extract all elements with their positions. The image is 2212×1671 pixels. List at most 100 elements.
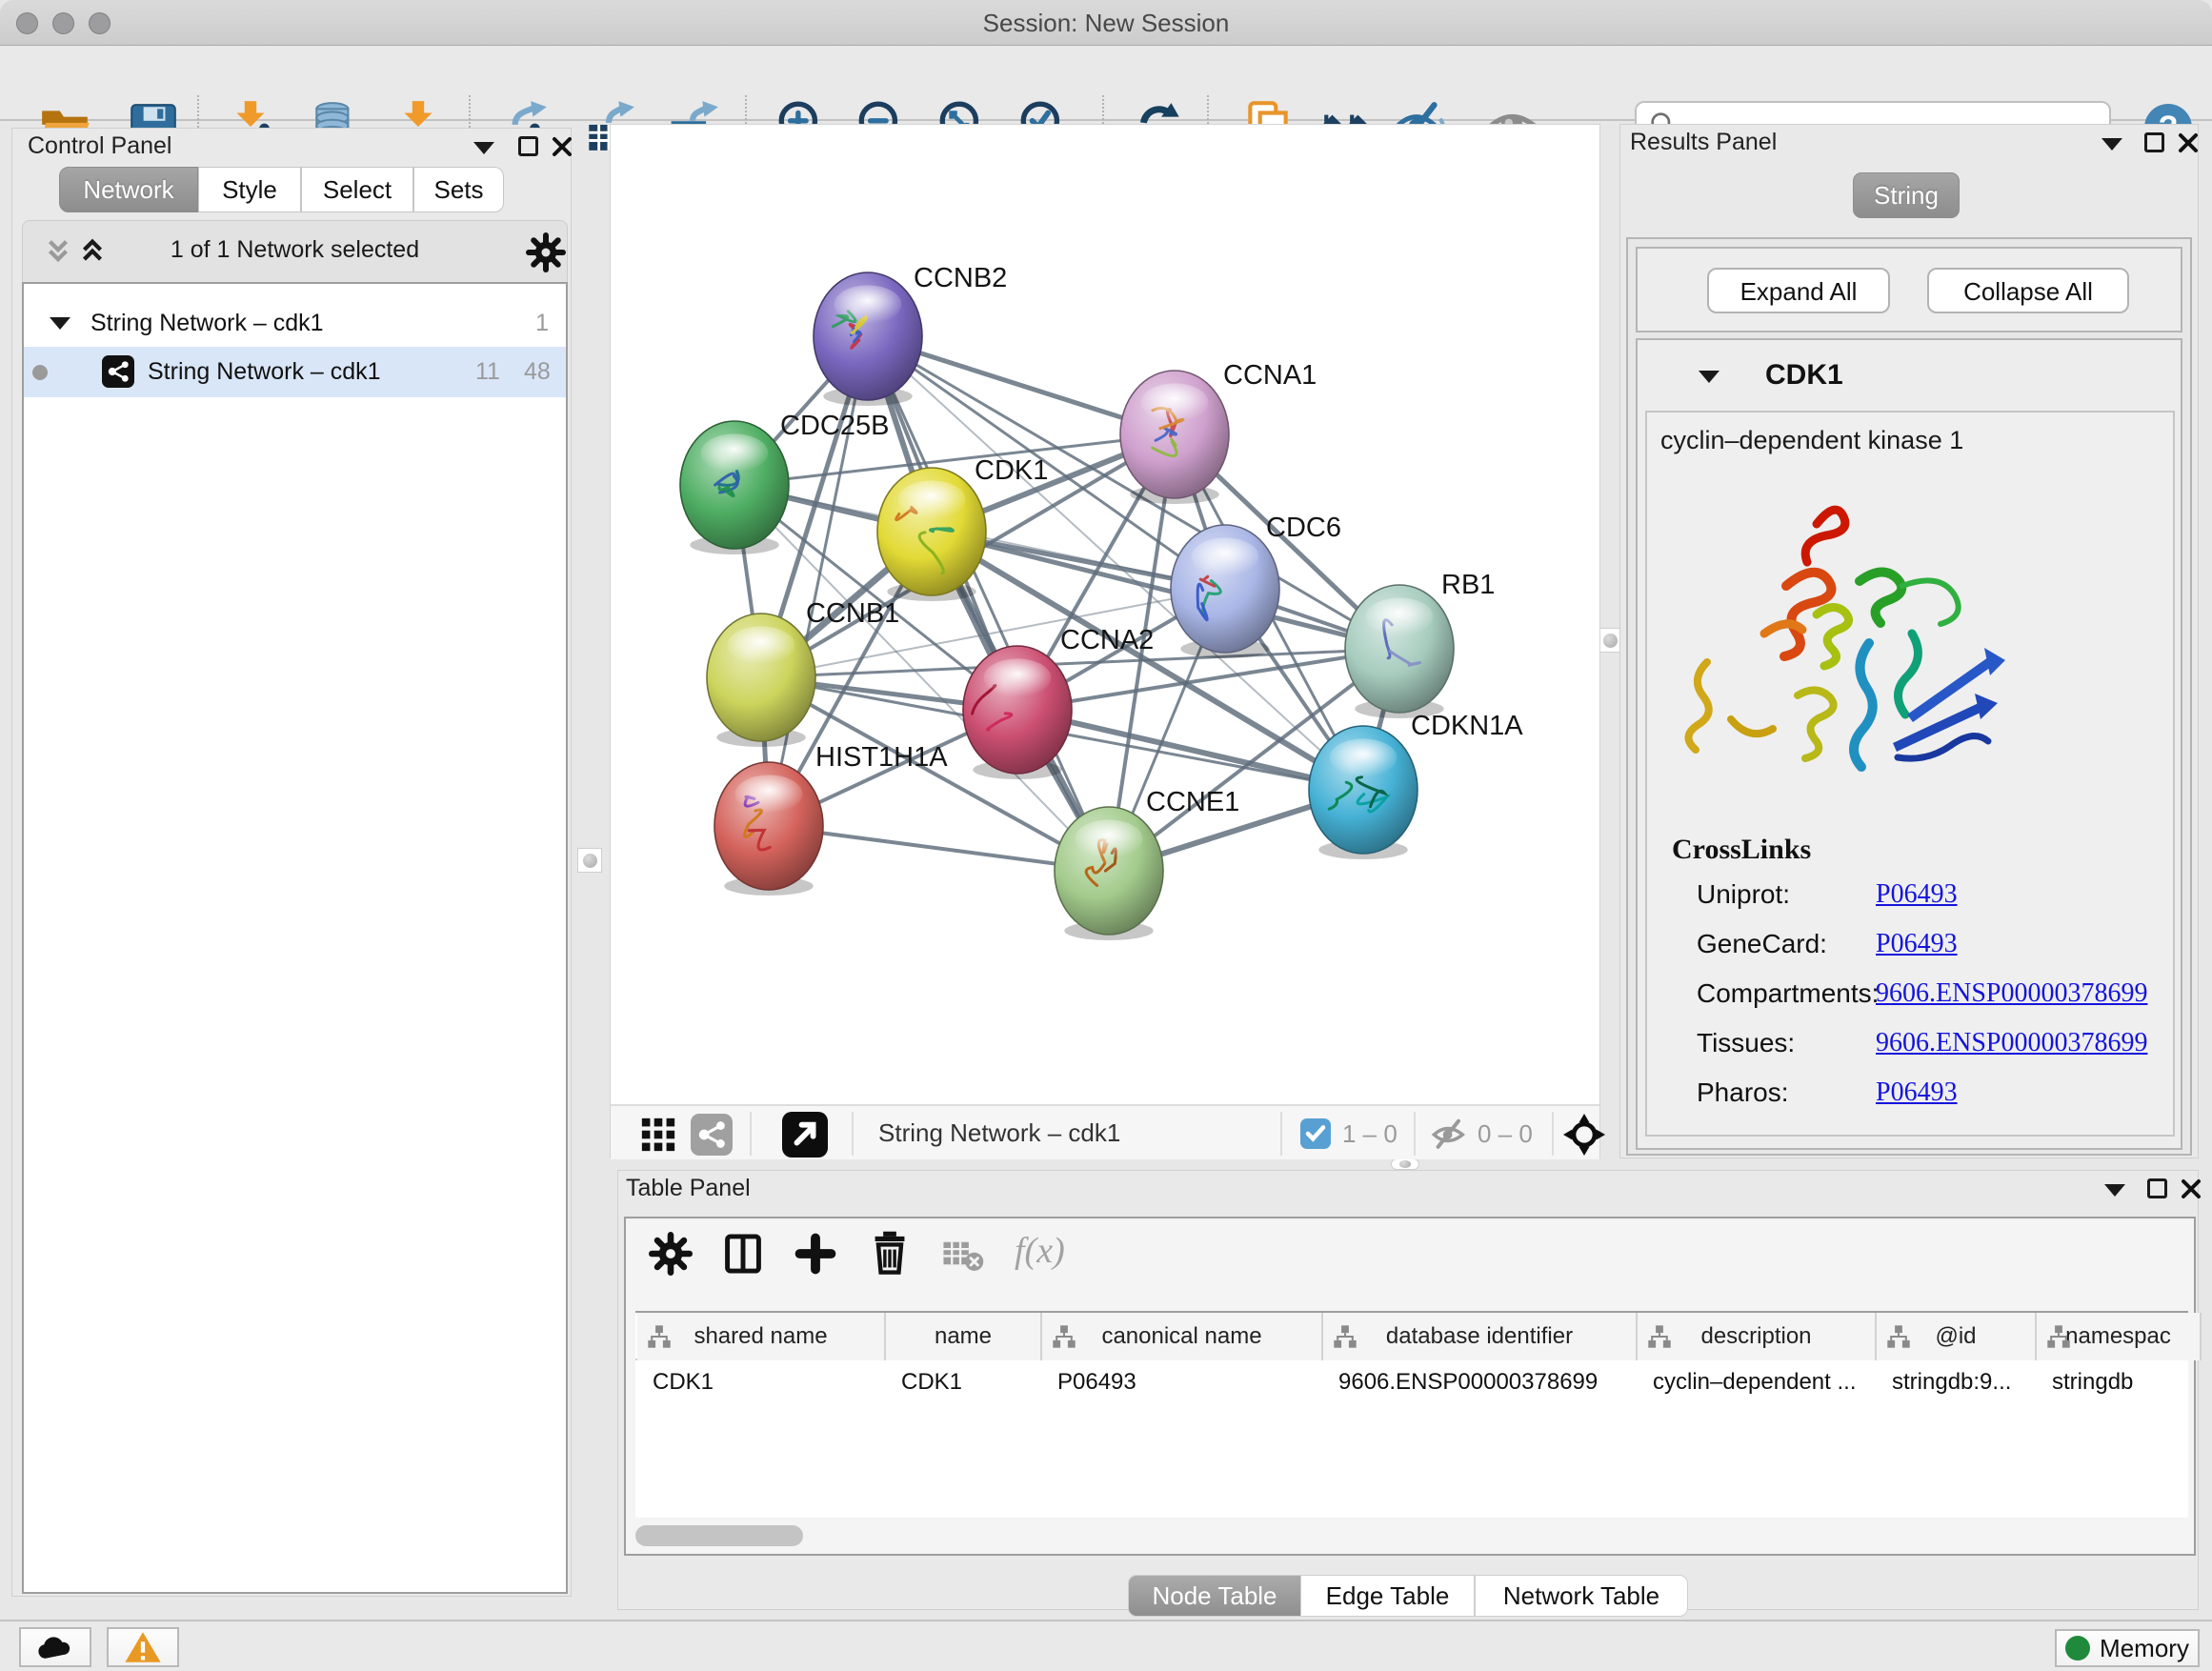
selected-checkbox-icon[interactable] xyxy=(1300,1118,1331,1149)
crosslink-value-link[interactable]: P06493 xyxy=(1876,929,1958,959)
network-node-rb1[interactable]: RB1 xyxy=(1345,570,1495,718)
warning-status-button[interactable] xyxy=(107,1627,179,1667)
hidden-eye-slash-icon[interactable] xyxy=(1430,1116,1468,1154)
collapse-all-button[interactable]: Collapse All xyxy=(1927,268,2129,313)
tab-node-table[interactable]: Node Table xyxy=(1128,1575,1301,1617)
node-label: CDC25B xyxy=(780,411,889,441)
table-cell[interactable]: P06493 xyxy=(1042,1360,1323,1404)
birdseye-toggle-icon[interactable] xyxy=(782,1112,828,1158)
tab-select[interactable]: Select xyxy=(301,167,413,212)
section-collapse-caret-icon[interactable] xyxy=(1699,371,1719,383)
column-header-name[interactable]: name xyxy=(886,1313,1042,1360)
panel-float-icon[interactable] xyxy=(518,136,538,156)
column-header-label: namespac xyxy=(2065,1323,2171,1350)
add-column-icon[interactable] xyxy=(794,1232,837,1276)
crosslink-value-link[interactable]: P06493 xyxy=(1876,879,1958,910)
table-cell[interactable]: cyclin–dependent ... xyxy=(1638,1360,1877,1404)
delete-column-icon[interactable] xyxy=(867,1230,913,1276)
crosslink-row: Uniprot: P06493 xyxy=(1697,879,2154,911)
network-collection-label: String Network – cdk1 xyxy=(90,310,324,337)
network-node-ccna1[interactable]: CCNA1 xyxy=(1120,360,1317,504)
crosshair-icon[interactable] xyxy=(1563,1114,1605,1156)
column-header-label: description xyxy=(1700,1323,1811,1350)
table-row[interactable]: CDK1CDK1P064939606.ENSP00000378699cyclin… xyxy=(635,1360,2188,1404)
tab-network-table[interactable]: Network Table xyxy=(1475,1575,1688,1617)
network-node-cdk1[interactable]: CDK1 xyxy=(877,455,1048,601)
share-view-icon[interactable] xyxy=(691,1114,733,1156)
tab-edge-table[interactable]: Edge Table xyxy=(1300,1575,1475,1617)
tab-sets[interactable]: Sets xyxy=(413,167,504,212)
crosslink-value-link[interactable]: P06493 xyxy=(1876,1077,1958,1108)
cloud-icon xyxy=(34,1632,76,1662)
netbar-separator xyxy=(750,1112,752,1156)
cloud-status-button[interactable] xyxy=(19,1627,91,1667)
panel-close-icon[interactable] xyxy=(2177,131,2200,154)
crosslink-value-link[interactable]: 9606.ENSP00000378699 xyxy=(1876,978,2147,1009)
column-header-description[interactable]: description xyxy=(1638,1313,1877,1360)
column-header-database-identifier[interactable]: database identifier xyxy=(1323,1313,1638,1360)
control-panel-title: Control Panel xyxy=(28,132,171,160)
panel-close-icon[interactable] xyxy=(551,135,573,158)
network-node-cdc6[interactable]: CDC6 xyxy=(1171,513,1341,658)
table-cell[interactable]: stringdb:9... xyxy=(1877,1360,2037,1404)
network-tree-root-row[interactable]: String Network – cdk1 1 xyxy=(24,300,566,347)
column-type-tree-icon xyxy=(1333,1324,1357,1349)
bottom-splitter-handle[interactable] xyxy=(1391,1158,1419,1170)
network-options-gear-icon[interactable] xyxy=(526,232,566,272)
edge-count: 48 xyxy=(524,358,551,386)
gene-description: cyclin–dependent kinase 1 xyxy=(1660,426,1963,455)
tab-network[interactable]: Network xyxy=(59,167,198,212)
netbar-separator xyxy=(1552,1112,1554,1156)
left-splitter-handle[interactable] xyxy=(577,848,602,873)
network-canvas[interactable]: CCNB2CCNA1CDC25BCDK1CDC6RB1CCNB1CCNA2CDK… xyxy=(611,125,1601,1104)
string-results-container: Expand All Collapse All CDK1 cyclin–depe… xyxy=(1626,237,2192,1156)
network-node-ccnb2[interactable]: CCNB2 xyxy=(814,263,1007,406)
panel-menu-caret-icon[interactable] xyxy=(2104,1184,2125,1197)
crosslink-value-link[interactable]: 9606.ENSP00000378699 xyxy=(1876,1028,2147,1058)
tab-style[interactable]: Style xyxy=(198,167,301,212)
network-node-cdkn1a[interactable]: CDKN1A xyxy=(1309,711,1523,859)
crosslink-label: Pharos: xyxy=(1697,1077,1789,1107)
panel-menu-caret-icon[interactable] xyxy=(2101,138,2122,151)
table-cell[interactable]: stringdb xyxy=(2037,1360,2202,1404)
tab-string[interactable]: String xyxy=(1853,172,1960,218)
memory-label: Memory xyxy=(2100,1634,2189,1663)
column-header-label: database identifier xyxy=(1386,1323,1573,1350)
network-node-hist1h1a[interactable]: HIST1H1A xyxy=(714,742,948,896)
network-edge[interactable] xyxy=(868,336,1109,871)
netbar-separator xyxy=(1414,1112,1416,1156)
crosslink-label: Uniprot: xyxy=(1697,879,1790,909)
column-header-shared-name[interactable]: shared name xyxy=(637,1313,886,1360)
node-label: CDKN1A xyxy=(1411,711,1523,741)
panel-float-icon[interactable] xyxy=(2147,1178,2167,1198)
memory-button[interactable]: Memory xyxy=(2055,1629,2200,1667)
selection-status: 1 of 1 Network selected xyxy=(23,236,567,264)
warning-icon xyxy=(124,1630,162,1664)
crosslink-row: Tissues:9606.ENSP00000378699 xyxy=(1697,1028,2154,1059)
table-cell[interactable]: CDK1 xyxy=(886,1360,1042,1404)
network-tree-child-row[interactable]: String Network – cdk1 11 48 xyxy=(24,347,566,397)
tree-expand-caret-icon[interactable] xyxy=(50,317,70,330)
table-cell[interactable]: 9606.ENSP00000378699 xyxy=(1323,1360,1638,1404)
table-settings-gear-icon[interactable] xyxy=(649,1232,693,1276)
control-panel: Control Panel NetworkStyleSelectSets 1 o… xyxy=(11,128,572,1597)
network-node-cdc25b[interactable]: CDC25B xyxy=(680,411,889,554)
memory-status-dot-icon xyxy=(2065,1636,2090,1661)
column-header-namespac[interactable]: namespac xyxy=(2037,1313,2202,1360)
expand-all-button[interactable]: Expand All xyxy=(1707,268,1890,313)
column-header-canonical-name[interactable]: canonical name xyxy=(1042,1313,1323,1360)
grid-view-icon[interactable] xyxy=(639,1116,677,1154)
crosslink-row: GeneCard:P06493 xyxy=(1697,929,2154,960)
network-label: String Network – cdk1 xyxy=(148,358,381,386)
horizontal-scrollbar[interactable] xyxy=(635,1525,803,1546)
crosslink-row: Pharos: P06493 xyxy=(1697,1077,2154,1109)
panel-close-icon[interactable] xyxy=(2180,1178,2202,1200)
column-header--id[interactable]: @id xyxy=(1877,1313,2037,1360)
table-cell[interactable]: CDK1 xyxy=(637,1360,886,1404)
column-manager-icon[interactable] xyxy=(721,1232,765,1276)
node-table-container: f(x) shared namenamecanonical namedataba… xyxy=(624,1217,2196,1556)
current-network-dot-icon xyxy=(32,365,48,380)
panel-menu-caret-icon[interactable] xyxy=(473,142,494,154)
panel-float-icon[interactable] xyxy=(2144,132,2164,152)
node-label: RB1 xyxy=(1441,570,1495,600)
